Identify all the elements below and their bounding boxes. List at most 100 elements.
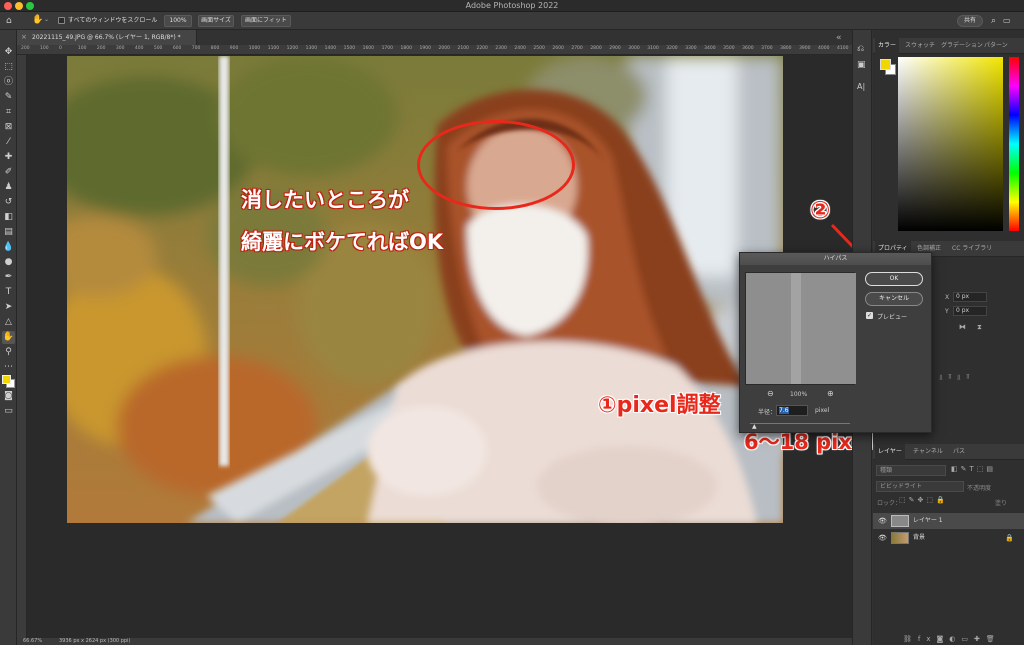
ruler-tick-label: 1700 <box>381 46 394 51</box>
quick-mask-icon[interactable]: ◙ <box>2 390 15 403</box>
zoom-in-icon[interactable]: ⊕ <box>827 389 834 398</box>
ruler-tick-label: 1000 <box>248 46 261 51</box>
visibility-eye-icon[interactable]: 👁 <box>878 530 887 546</box>
flip-horizontal-icon[interactable]: ⧓ <box>959 323 966 331</box>
history-brush-icon[interactable]: ↺ <box>2 196 15 209</box>
scroll-all-label: すべてのウィンドウをスクロール <box>68 17 158 24</box>
ok-button[interactable]: OK <box>865 272 923 286</box>
layer-name: レイヤー 1 <box>913 517 943 524</box>
y-field[interactable]: 0 px <box>953 306 987 316</box>
eraser-tool-icon[interactable]: ◧ <box>2 211 15 224</box>
layer-filter-kind[interactable]: 種類 <box>876 465 946 476</box>
ruler-tick-label: 3600 <box>742 46 754 51</box>
quick-select-tool-icon[interactable]: ✎ <box>2 91 15 104</box>
history-panel-icon[interactable]: ⎌ <box>857 44 864 54</box>
color-picker-field[interactable] <box>898 57 1003 231</box>
radius-input[interactable]: 7.6 <box>776 405 808 416</box>
tab-color[interactable]: カラー <box>875 38 900 54</box>
layer-footer-icons[interactable]: ⛓fx◙◐▭✚🗑 <box>903 635 1001 643</box>
chevron-down-icon[interactable]: ⌄ <box>44 16 49 23</box>
collapse-panel-icon[interactable]: « <box>836 33 842 43</box>
home-icon[interactable]: ⌂ <box>6 15 12 27</box>
frame-tool-icon[interactable]: ⊠ <box>2 121 15 134</box>
radius-slider-thumb[interactable]: ▲ <box>752 423 757 430</box>
comments-panel-icon[interactable]: ▣ <box>857 60 866 70</box>
character-panel-icon[interactable]: A| <box>857 82 865 91</box>
dialog-preview[interactable] <box>745 272 856 385</box>
tab-swatches[interactable]: スウォッチ <box>905 38 935 54</box>
zoom-out-icon[interactable]: ⊖ <box>767 389 774 398</box>
close-tab-icon[interactable]: × <box>21 30 27 45</box>
foreground-color-swatch[interactable] <box>2 375 11 384</box>
x-field[interactable]: 0 px <box>953 292 987 302</box>
ruler-tick-label: 1500 <box>343 46 356 51</box>
crop-tool-icon[interactable]: ⌗ <box>2 106 15 119</box>
dialog-title: ハイパス <box>740 253 931 265</box>
path-select-tool-icon[interactable]: ➤ <box>2 301 15 314</box>
zoom-tool-icon[interactable]: ⚲ <box>2 346 15 359</box>
screen-mode-icon[interactable]: ▭ <box>2 405 15 418</box>
ruler-tick-label: 1600 <box>362 46 375 51</box>
hand-tool-icon[interactable]: ✋ <box>32 14 43 26</box>
blur-tool-icon[interactable]: 💧 <box>2 241 15 254</box>
tab-patterns[interactable]: パターン <box>984 38 1008 54</box>
gradient-tool-icon[interactable]: ▤ <box>2 226 15 239</box>
hand-tool-icon[interactable]: ✋ <box>2 331 15 344</box>
status-size: 3936 px x 2624 px (300 ppi) <box>59 638 131 644</box>
healing-tool-icon[interactable]: ✚ <box>2 151 15 164</box>
fill-screen-button[interactable]: 画面にフィット <box>241 15 291 27</box>
workspace-icon[interactable]: ▭ <box>1003 15 1011 27</box>
shape-tool-icon[interactable]: △ <box>2 316 15 329</box>
marquee-tool-icon[interactable]: ⬚ <box>2 61 15 74</box>
visibility-eye-icon[interactable]: 👁 <box>878 513 887 529</box>
fit-screen-button[interactable]: 画面サイズ <box>198 15 234 27</box>
ruler-tick-label: 1900 <box>419 46 431 51</box>
tab-paths[interactable]: パス <box>953 444 965 460</box>
ruler-tick-label: 1300 <box>305 46 318 51</box>
move-tool-icon[interactable]: ✥ <box>2 46 15 59</box>
tab-layers[interactable]: レイヤー <box>875 444 905 460</box>
portrait-photo <box>67 56 783 523</box>
ruler-tick-label: 2700 <box>571 46 583 51</box>
ruler-tick-label: 1200 <box>286 46 299 51</box>
zoom-100-button[interactable]: 100% <box>164 15 192 27</box>
tab-cc-libraries[interactable]: CC ライブラリ <box>952 241 992 257</box>
layer-row-2[interactable]: 👁 背景 🔒 <box>873 530 1024 546</box>
high-pass-dialog: ハイパス ⊖ 100% ⊕ 半径： 7.6 pixel ▲ OK キャンセル ✓… <box>739 252 932 433</box>
layer-filter-icons[interactable]: ◧✎T⬚▤ <box>951 465 996 473</box>
document-tab[interactable]: × 20221115_49.JPG @ 66.7% (レイヤー 1, RGB/8… <box>17 30 197 45</box>
ruler-tick-label: 3900 <box>799 46 811 51</box>
cancel-button[interactable]: キャンセル <box>865 292 923 306</box>
ruler-tick-label: 1800 <box>400 46 412 51</box>
radius-unit: pixel <box>815 407 830 414</box>
app-title: Adobe Photoshop 2022 <box>465 1 559 10</box>
layer-row-1[interactable]: 👁 レイヤー 1 <box>873 513 1024 529</box>
lasso-tool-icon[interactable]: ⓞ <box>2 76 15 89</box>
hue-slider[interactable] <box>1009 57 1019 231</box>
foreground-color-chip[interactable] <box>880 59 891 70</box>
search-icon[interactable]: ⌕ <box>991 15 996 27</box>
lock-icons[interactable]: ⬚✎✥⬚🔒 <box>899 496 948 504</box>
ruler-tick-label: 2500 <box>533 46 545 51</box>
brush-tool-icon[interactable]: ✐ <box>2 166 15 179</box>
scroll-all-checkbox[interactable] <box>58 17 65 24</box>
type-tool-icon[interactable]: T <box>2 286 15 299</box>
align-icons[interactable]: ⫫⫪⫫⫪ <box>939 373 975 382</box>
blend-mode-select[interactable]: ビビッドライト <box>876 481 964 492</box>
lock-icon: 🔒 <box>1005 534 1014 542</box>
tab-channels[interactable]: チャンネル <box>913 444 943 460</box>
ruler-tick-label: 3100 <box>647 46 659 51</box>
pen-tool-icon[interactable]: ✒ <box>2 271 15 284</box>
radius-slider[interactable] <box>750 423 850 424</box>
share-button[interactable]: 共有 <box>957 15 983 27</box>
stamp-tool-icon[interactable]: ♟ <box>2 181 15 194</box>
document-image[interactable]: 消したいところが 綺麗にボケてればOK <box>67 56 783 523</box>
tab-gradients[interactable]: グラデーション <box>941 38 983 54</box>
more-tools-icon[interactable]: ⋯ <box>2 361 15 374</box>
eyedropper-tool-icon[interactable]: ⁄ <box>2 136 15 149</box>
preview-checkbox[interactable]: ✓ <box>866 312 873 319</box>
annotation-line2: 綺麗にボケてればOK <box>241 230 444 254</box>
ruler-tick-label: 700 <box>191 46 201 51</box>
flip-vertical-icon[interactable]: ⧗ <box>977 323 982 332</box>
dodge-tool-icon[interactable]: ● <box>2 256 15 269</box>
